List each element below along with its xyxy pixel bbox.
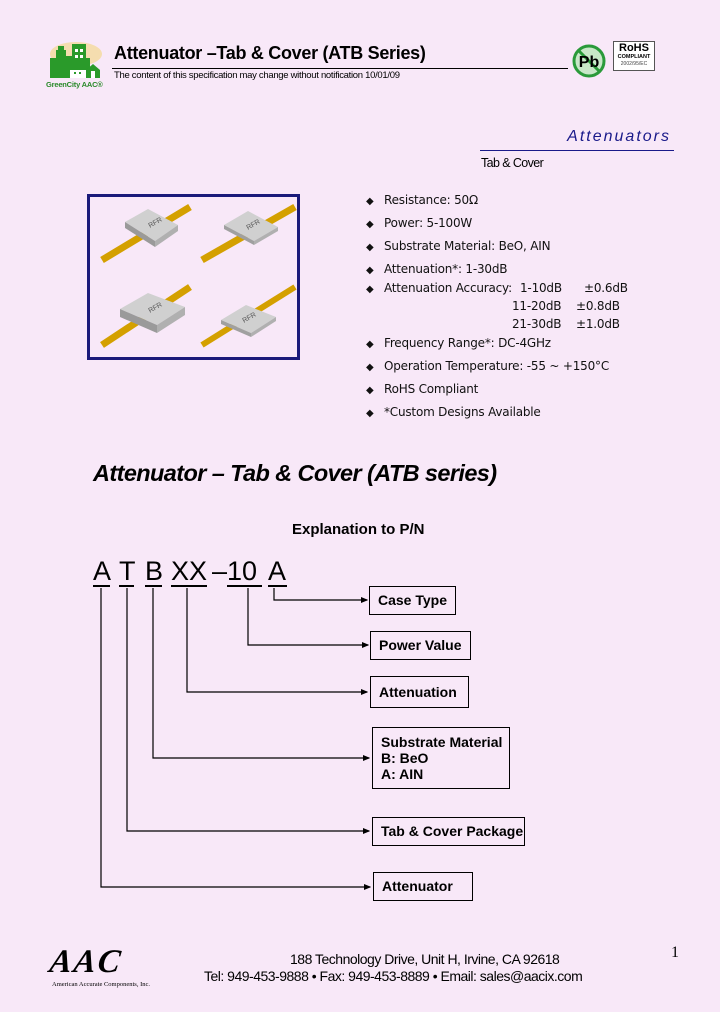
diamond-bullet-icon: ◆ bbox=[366, 284, 374, 295]
pn-char-case: A bbox=[268, 556, 287, 586]
section-title: Attenuator – Tab & Cover (ATB series) bbox=[93, 460, 497, 486]
category-title: Attenuators bbox=[567, 128, 671, 145]
pn-underline bbox=[119, 585, 134, 587]
spec-frequency-range: ◆ Frequency Range*: DC-4GHz bbox=[366, 336, 551, 350]
connector-attenuation bbox=[186, 588, 369, 695]
company-contact: Tel: 949-453-9888 • Fax: 949-453-8889 • … bbox=[204, 968, 583, 984]
logo-text: GreenCity AAC® bbox=[46, 80, 103, 89]
pn-explanation-caption: Explanation to P/N bbox=[292, 521, 425, 538]
attenuator-chips-illustration: RFR RFR RFR RFR bbox=[100, 203, 297, 348]
document-title: Attenuator –Tab & Cover (ATB Series) bbox=[114, 43, 426, 63]
pn-char-package: T bbox=[119, 556, 136, 586]
rohs-label: RoHS bbox=[619, 42, 649, 54]
chip-4: RFR bbox=[200, 284, 297, 348]
pn-connector-diagram bbox=[100, 588, 372, 890]
no-lead-icon: Pb bbox=[572, 44, 606, 78]
specification-notice: The content of this specification may ch… bbox=[114, 70, 400, 81]
rohs-compliant-badge: RoHS COMPLIANT 2002/95/EC bbox=[613, 41, 655, 71]
attenuator-box: Attenuator bbox=[373, 872, 473, 901]
accuracy-range: 1-10dB bbox=[520, 281, 562, 295]
accuracy-tolerance: ±0.8dB bbox=[576, 299, 620, 313]
diamond-bullet-icon: ◆ bbox=[366, 219, 374, 230]
pn-char-substrate: B bbox=[145, 556, 164, 586]
accuracy-range: 21-30dB bbox=[512, 317, 562, 331]
pb-text: Pb bbox=[579, 54, 600, 71]
pn-underline bbox=[171, 585, 207, 587]
diamond-bullet-icon: ◆ bbox=[366, 408, 374, 419]
spec-attenuation: ◆ Attenuation*: 1-30dB bbox=[366, 262, 508, 276]
diamond-bullet-icon: ◆ bbox=[366, 339, 374, 350]
power-value-box: Power Value bbox=[370, 631, 471, 660]
lead-free-badge: Pb bbox=[572, 44, 606, 78]
diamond-bullet-icon: ◆ bbox=[366, 362, 374, 373]
pn-char-dash: – bbox=[212, 556, 228, 586]
connector-power-value bbox=[247, 588, 370, 648]
rohs-directive-label: 2002/95/EC bbox=[620, 60, 648, 67]
pn-underline bbox=[227, 585, 262, 587]
substrate-material-box: Substrate Material B: BeO A: AIN bbox=[372, 727, 510, 789]
connector-attenuator bbox=[100, 588, 372, 890]
accuracy-tolerance: ±0.6dB bbox=[584, 281, 628, 295]
pn-underline bbox=[93, 585, 110, 587]
accuracy-range: 11-20dB bbox=[512, 299, 562, 313]
chip-3: RFR bbox=[100, 284, 192, 348]
connector-package bbox=[126, 588, 371, 834]
spec-substrate: ◆ Substrate Material: BeO, AIN bbox=[366, 239, 551, 253]
company-address: 188 Technology Drive, Unit H, Irvine, CA… bbox=[290, 951, 560, 967]
diamond-bullet-icon: ◆ bbox=[366, 196, 374, 207]
case-type-box: Case Type bbox=[369, 586, 456, 615]
pn-char-attenuation: XX bbox=[171, 556, 208, 586]
category-divider bbox=[480, 150, 674, 151]
diamond-bullet-icon: ◆ bbox=[366, 385, 374, 396]
city-buildings-icon bbox=[50, 42, 102, 78]
connector-case-type bbox=[273, 588, 369, 603]
pn-char-power: 10 bbox=[227, 556, 258, 586]
product-photo: RFR RFR RFR RFR bbox=[87, 194, 300, 360]
pn-underline bbox=[268, 585, 287, 587]
spec-resistance: ◆ Resistance: 50Ω bbox=[366, 193, 478, 207]
spec-attenuation-accuracy: ◆ Attenuation Accuracy: bbox=[366, 281, 512, 295]
attenuation-box: Attenuation bbox=[370, 676, 469, 708]
diamond-bullet-icon: ◆ bbox=[366, 265, 374, 276]
rohs-compliant-label: COMPLIANT bbox=[617, 54, 651, 60]
diamond-bullet-icon: ◆ bbox=[366, 242, 374, 253]
connector-substrate bbox=[152, 588, 371, 761]
accuracy-tolerance: ±1.0dB bbox=[576, 317, 620, 331]
spec-rohs: ◆ RoHS Compliant bbox=[366, 382, 479, 396]
chip-2: RFR bbox=[200, 203, 297, 264]
header-divider bbox=[112, 68, 568, 69]
pn-underline bbox=[145, 585, 162, 587]
spec-operation-temperature: ◆ Operation Temperature: -55 ~ +150°C bbox=[366, 359, 610, 373]
page-number: 1 bbox=[671, 944, 679, 961]
spec-power: ◆ Power: 5-100W bbox=[366, 216, 473, 230]
company-name: American Accurate Components, Inc. bbox=[52, 981, 151, 988]
chip-1: RFR bbox=[100, 204, 192, 263]
aac-logo: AAC bbox=[47, 944, 125, 980]
pn-char-attenuator: A bbox=[93, 556, 112, 586]
spec-custom-designs: ◆ *Custom Designs Available bbox=[366, 405, 541, 419]
subcategory-title: Tab & Cover bbox=[481, 156, 544, 170]
package-box: Tab & Cover Package bbox=[372, 817, 525, 846]
